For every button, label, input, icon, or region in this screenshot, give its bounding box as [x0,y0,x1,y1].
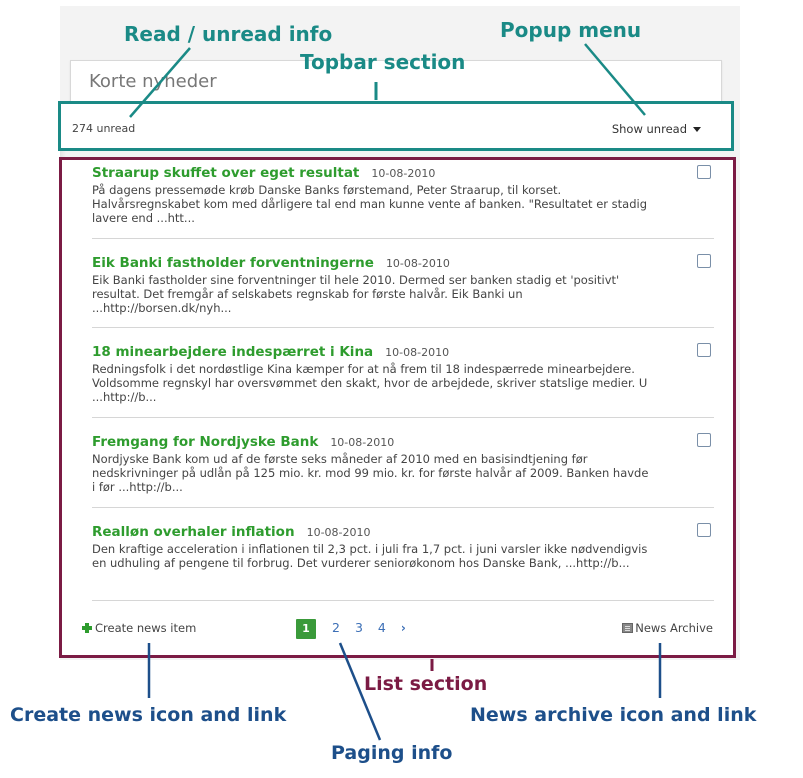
annotation-list-section: List section [364,673,488,695]
news-date: 10-08-2010 [306,526,371,539]
annotation-paging-info: Paging info [331,742,453,764]
read-checkbox[interactable] [697,523,711,537]
popup-menu[interactable]: Show unread [612,122,701,136]
archive-icon [622,623,634,633]
news-archive-link[interactable]: News Archive [622,621,713,635]
news-body: På dagens pressemøde krøb Danske Banks f… [92,183,648,225]
popup-menu-label: Show unread [611,122,687,136]
widget-title: Korte nyheder [89,71,217,92]
news-date: 10-08-2010 [385,346,450,359]
news-title[interactable]: Realløn overhaler inflation [92,524,295,540]
annotation-news-archive: News archive icon and link [470,704,757,726]
unread-count: 274 unread [72,122,136,135]
read-checkbox[interactable] [697,254,711,268]
plus-icon [82,623,92,633]
topbar-section: 274 unread Show unread [58,101,734,151]
annotation-read-unread: Read / unread info [124,22,333,46]
news-date: 10-08-2010 [330,436,395,449]
create-news-label: Create news item [95,621,197,635]
news-body: Eik Banki fastholder sine forventninger … [92,273,620,315]
news-title[interactable]: Fremgang for Nordjyske Bank [92,434,318,450]
news-item: Eik Banki fastholder forventningerne 10-0… [92,238,714,328]
news-title[interactable]: Straarup skuffet over eget resultat [92,165,359,181]
list-footer: Create news item 1 2 3 4 › News Archive [62,615,733,645]
pager: 1 2 3 4 › [296,617,406,639]
caret-down-icon [693,127,701,132]
news-archive-label: News Archive [635,621,713,635]
read-checkbox[interactable] [697,165,711,179]
page-link-4[interactable]: 4 [378,620,386,635]
annotation-topbar-section: Topbar section [300,50,466,74]
annotation-create-news: Create news icon and link [10,704,287,726]
annotation-popup-menu: Popup menu [500,18,642,42]
page-link-2[interactable]: 2 [332,620,340,635]
news-body: Den kraftige acceleration i inflationen … [92,542,648,570]
page-link-1[interactable]: 1 [296,619,316,639]
read-checkbox[interactable] [697,343,711,357]
create-news-link[interactable]: Create news item [82,621,196,635]
news-item: Straarup skuffet over eget resultat 10-08… [92,162,714,239]
news-body: Nordjyske Bank kom ud af de første seks … [92,452,649,494]
page-link-3[interactable]: 3 [355,620,363,635]
news-title[interactable]: 18 minearbejdere indespærret i Kina [92,344,373,360]
news-date: 10-08-2010 [385,257,450,270]
read-checkbox[interactable] [697,433,711,447]
list-section: Straarup skuffet over eget resultat 10-08… [59,157,736,658]
news-date: 10-08-2010 [371,167,436,180]
news-item: Fremgang for Nordjyske Bank 10-08-2010 No… [92,417,714,508]
next-page-link[interactable]: › [401,621,406,635]
news-body: Redningsfolk i det nordøstlige Kina kæmp… [92,362,648,404]
news-item: 18 minearbejdere indespærret i Kina 10-08… [92,327,714,418]
news-title[interactable]: Eik Banki fastholder forventningerne [92,255,374,271]
news-item: Realløn overhaler inflation 10-08-2010 De… [92,507,714,601]
